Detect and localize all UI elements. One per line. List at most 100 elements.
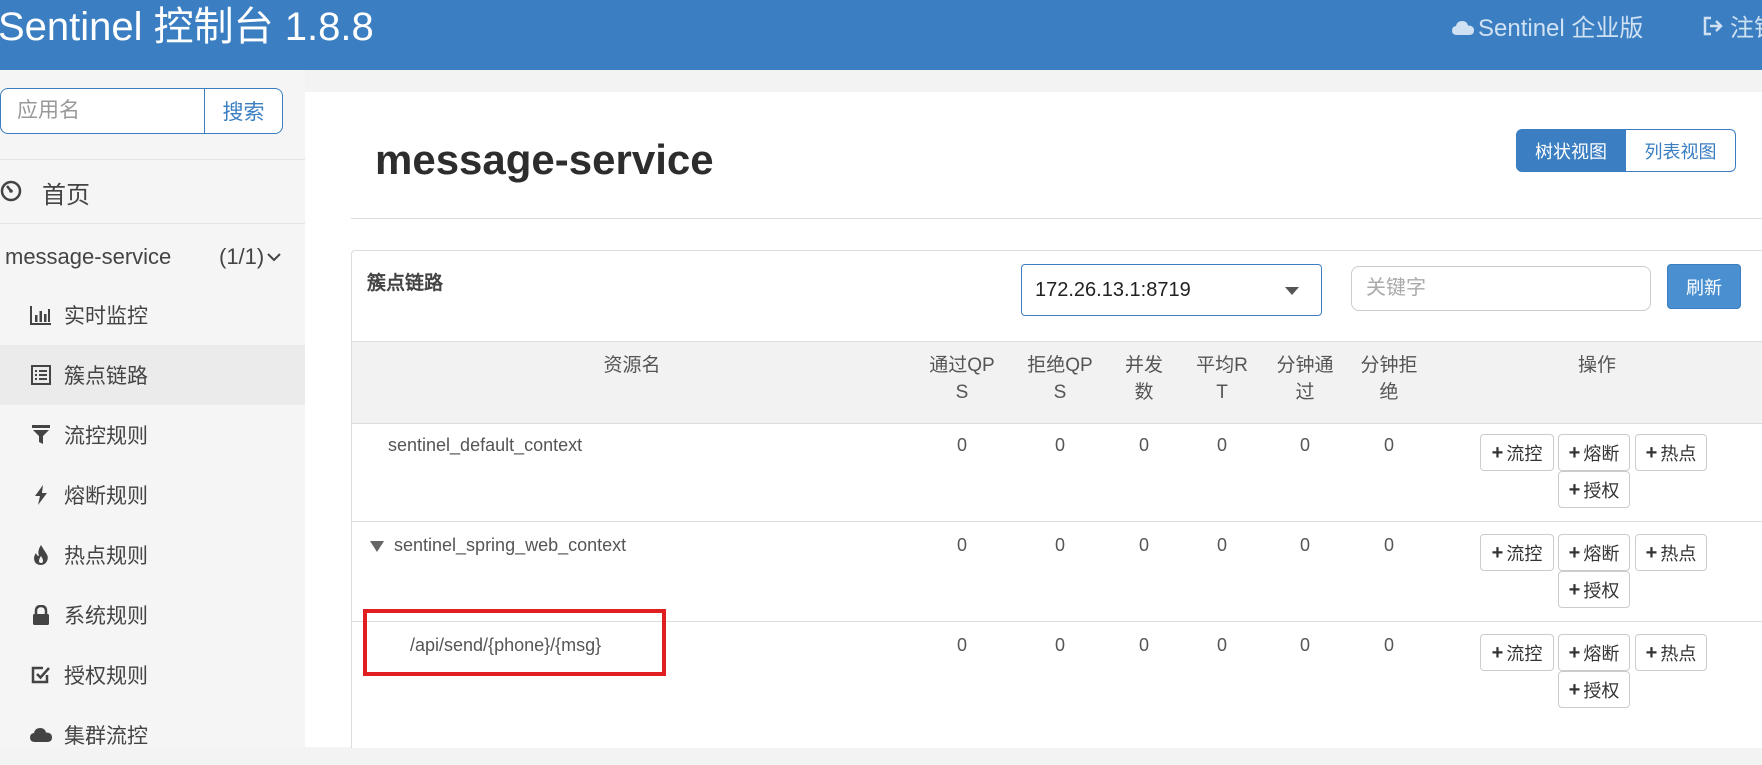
column-header-line: 分钟通 <box>1276 355 1334 376</box>
add-auth-rule-button[interactable]: + 授权 <box>1558 671 1630 708</box>
plus-icon: + <box>1645 641 1658 664</box>
plus-icon: + <box>1645 541 1658 564</box>
row-divider <box>352 521 1762 522</box>
column-header-pass-qps: 通过QP S <box>922 352 1002 406</box>
add-hotspot-rule-button[interactable]: + 热点 <box>1635 534 1707 571</box>
button-label: 熔断 <box>1583 643 1620 664</box>
divider <box>0 223 305 224</box>
lock-icon <box>30 604 52 626</box>
plus-icon: + <box>1568 478 1581 501</box>
column-header-avg-rt: 平均R T <box>1190 352 1254 406</box>
column-header-line: 并发 <box>1124 355 1163 376</box>
concurrency-value: 0 <box>1138 435 1149 455</box>
pass-qps-value: 0 <box>956 635 967 655</box>
sidebar-item-cluster-flow[interactable]: 集群流控 <box>0 705 305 765</box>
enterprise-label: Sentinel 企业版 <box>1478 15 1644 42</box>
button-label: 流控 <box>1506 443 1543 464</box>
minute-block-value: 0 <box>1383 635 1394 655</box>
app-group-header[interactable]: message-service (1/1) <box>5 240 285 274</box>
button-label: 流控 <box>1506 643 1543 664</box>
block-qps-value: 0 <box>1054 635 1065 655</box>
app-search-input[interactable] <box>0 88 204 134</box>
search-button[interactable]: 搜索 <box>204 88 283 134</box>
resource-name: sentinel_spring_web_context <box>394 535 627 555</box>
sidebar-item-label: 系统规则 <box>64 605 148 628</box>
column-header-minute-pass: 分钟通过 <box>1270 352 1340 406</box>
minute-pass-value: 0 <box>1299 535 1310 555</box>
column-header-line: 拒绝QP <box>1027 355 1093 376</box>
chevron-down-icon <box>267 242 281 268</box>
sidebar-item-degrade-rules[interactable]: 熔断规则 <box>0 465 305 525</box>
machine-select[interactable]: 172.26.13.1:8719 <box>1021 264 1322 316</box>
sidebar-item-hotspot-rules[interactable]: 热点规则 <box>0 525 305 585</box>
button-label: 熔断 <box>1583 543 1620 564</box>
highlight-box <box>363 609 666 676</box>
dashboard-icon <box>0 180 22 207</box>
add-auth-rule-button[interactable]: + 授权 <box>1558 471 1630 508</box>
sidebar-item-label: 授权规则 <box>64 665 148 688</box>
app-search: 搜索 <box>0 88 283 134</box>
column-header-line: 平均R <box>1196 355 1248 376</box>
column-header-operations: 操作 <box>1577 355 1616 376</box>
sidebar-item-realtime-monitor[interactable]: 实时监控 <box>0 285 305 345</box>
divider <box>351 218 1762 219</box>
bar-chart-icon <box>30 304 52 326</box>
sidebar-item-flow-rules[interactable]: 流控规则 <box>0 405 305 465</box>
button-label: 授权 <box>1583 480 1620 501</box>
enterprise-link[interactable]: Sentinel 企业版 <box>1452 12 1643 46</box>
add-auth-rule-button[interactable]: + 授权 <box>1558 571 1630 608</box>
block-qps-value: 0 <box>1054 435 1065 455</box>
panel-title: 簇点链路 <box>367 273 444 294</box>
column-header-line: T <box>1216 382 1228 403</box>
avg-rt-value: 0 <box>1216 535 1227 555</box>
sidebar-item-label: 簇点链路 <box>64 365 148 388</box>
add-flow-rule-button[interactable]: + 流控 <box>1480 634 1554 671</box>
concurrency-value: 0 <box>1138 635 1149 655</box>
add-degrade-rule-button[interactable]: + 熔断 <box>1558 434 1630 471</box>
caret-down-icon <box>370 540 384 552</box>
column-header-concurrency: 并发数 <box>1114 352 1174 406</box>
keyword-input[interactable] <box>1351 266 1651 311</box>
sidebar-item-system-rules[interactable]: 系统规则 <box>0 585 305 645</box>
resource-name: sentinel_default_context <box>388 435 583 455</box>
button-label: 熔断 <box>1583 443 1620 464</box>
sidebar-item-cluster-link[interactable]: 簇点链路 <box>0 345 305 405</box>
list-view-button[interactable]: 列表视图 <box>1626 129 1736 172</box>
column-header-resource: 资源名 <box>603 355 661 376</box>
plus-icon: + <box>1568 578 1581 601</box>
add-flow-rule-button[interactable]: + 流控 <box>1480 434 1554 471</box>
view-toggle: 树状视图 列表视图 <box>1516 129 1736 172</box>
app-machine-count: (1/1) <box>219 244 265 269</box>
plus-icon: + <box>1491 641 1504 664</box>
sidebar-item-home[interactable]: 首页 <box>0 162 305 222</box>
add-degrade-rule-button[interactable]: + 熔断 <box>1558 634 1630 671</box>
button-label: 热点 <box>1660 543 1697 564</box>
concurrency-value: 0 <box>1138 535 1149 555</box>
button-label: 授权 <box>1583 680 1620 701</box>
add-degrade-rule-button[interactable]: + 熔断 <box>1558 534 1630 571</box>
button-label: 授权 <box>1583 580 1620 601</box>
plus-icon: + <box>1568 441 1581 464</box>
logout-link[interactable]: 注销 <box>1702 12 1762 46</box>
add-hotspot-rule-button[interactable]: + 热点 <box>1635 634 1707 671</box>
brand-title[interactable]: Sentinel 控制台 1.8.8 <box>0 2 374 52</box>
tree-view-button[interactable]: 树状视图 <box>1516 129 1626 172</box>
cloud-icon <box>1452 12 1474 46</box>
minute-pass-value: 0 <box>1299 435 1310 455</box>
add-hotspot-rule-button[interactable]: + 热点 <box>1635 434 1707 471</box>
column-header-line: 通过QP <box>929 355 995 376</box>
plus-icon: + <box>1491 541 1504 564</box>
plus-icon: + <box>1568 678 1581 701</box>
button-label: 流控 <box>1506 543 1543 564</box>
column-header-minute-block: 分钟拒绝 <box>1354 352 1424 406</box>
check-square-icon <box>30 664 52 686</box>
resource-name-expandable[interactable]: sentinel_spring_web_context <box>370 535 626 556</box>
sidebar-item-label: 热点规则 <box>64 545 148 568</box>
minute-block-value: 0 <box>1383 535 1394 555</box>
divider <box>0 159 305 160</box>
sidebar-item-label: 流控规则 <box>64 425 148 448</box>
sidebar-item-auth-rules[interactable]: 授权规则 <box>0 645 305 705</box>
add-flow-rule-button[interactable]: + 流控 <box>1480 534 1554 571</box>
column-header-line: 分钟拒 <box>1360 355 1418 376</box>
refresh-button[interactable]: 刷新 <box>1667 264 1741 309</box>
